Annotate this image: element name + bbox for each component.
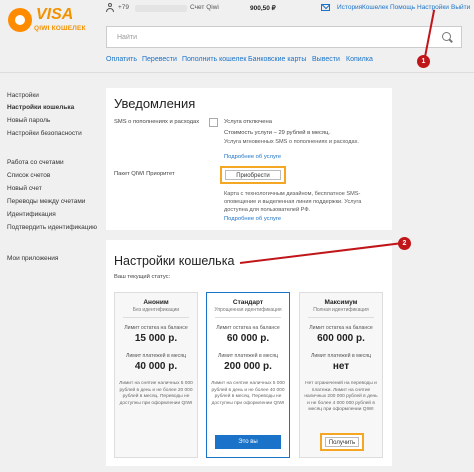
nav-history[interactable]: История bbox=[337, 4, 362, 11]
monthly-limit-label: Лимит платежей в месяц bbox=[217, 353, 279, 359]
qiwi-logo-icon bbox=[8, 8, 32, 32]
nav-logout[interactable]: Выйти bbox=[451, 4, 470, 11]
current-plan-button[interactable]: Это вы bbox=[215, 435, 281, 449]
search-icon[interactable] bbox=[442, 32, 451, 41]
balance-limit-label: Лимит остатка на балансе bbox=[309, 325, 373, 331]
wallet-settings-panel: Настройки кошелька Ваш текущий статус: А… bbox=[106, 240, 392, 466]
sms-label: SMS о пополнениях и расходах bbox=[114, 119, 200, 125]
header-divider bbox=[0, 72, 474, 73]
plan-note: Лимит на снятие наличных 5 000 рублей в … bbox=[211, 381, 285, 406]
get-maximum-button[interactable]: Получить bbox=[320, 433, 364, 451]
nav-pay[interactable]: Оплатить bbox=[106, 56, 137, 63]
plan-name: Аноним bbox=[143, 299, 169, 306]
plan-card-standard: Стандарт Упрощенная идентификация Лимит … bbox=[206, 292, 290, 458]
plan-name: Максимум bbox=[324, 299, 358, 306]
mail-icon[interactable] bbox=[321, 4, 330, 11]
logo-subtitle: QIWI КОШЕЛЕК bbox=[34, 25, 86, 32]
phone-number: +79 bbox=[118, 4, 130, 11]
plan-subtitle: Без идентификации bbox=[132, 307, 180, 313]
qiwi-logo[interactable]: VISA QIWI КОШЕЛЕК bbox=[6, 2, 96, 48]
plan-card-anonymous: Аноним Без идентификации Лимит остатка н… bbox=[114, 292, 198, 458]
balance-limit-value: 600 000 р. bbox=[317, 333, 365, 344]
account-name[interactable]: Счет Qiwi bbox=[190, 4, 219, 11]
sidebar-item-my-apps[interactable]: Мои приложения bbox=[7, 255, 58, 262]
callout-badge-2: 2 bbox=[398, 237, 411, 250]
sidebar-heading-settings[interactable]: Настройки bbox=[7, 92, 39, 99]
buy-priority-button[interactable]: Приобрести bbox=[220, 166, 286, 184]
search-box bbox=[106, 26, 462, 48]
nav-topup[interactable]: Пополнить кошелек bbox=[182, 56, 246, 63]
notifications-panel: Уведомления SMS о пополнениях и расходах… bbox=[106, 88, 392, 230]
plan-divider bbox=[308, 317, 374, 318]
priority-label: Пакет QIWI Приоритет bbox=[114, 171, 175, 177]
balance-limit-label: Лимит остатка на балансе bbox=[216, 325, 280, 331]
monthly-limit-label: Лимит платежей в месяц bbox=[125, 353, 187, 359]
plan-subtitle: Упрощенная идентификация bbox=[214, 307, 282, 313]
monthly-limit-label: Лимит платежей в месяц bbox=[310, 353, 372, 359]
nav-transfer[interactable]: Перевести bbox=[142, 56, 177, 63]
sidebar-heading-accounts[interactable]: Работа со счетами bbox=[7, 159, 64, 166]
current-status-label: Ваш текущий статус: bbox=[114, 274, 171, 280]
logo-brand: VISA bbox=[36, 6, 74, 23]
plan-divider bbox=[123, 317, 189, 318]
search-input[interactable] bbox=[107, 27, 427, 47]
qiwi-settings-page: VISA QIWI КОШЕЛЕК +79 Счет Qiwi 900,50 ₽… bbox=[0, 0, 474, 472]
nav-help[interactable]: Помощь bbox=[390, 4, 415, 11]
priority-description: Карта с технологичным дизайном, бесплатн… bbox=[224, 191, 362, 213]
sidebar-item-account-list[interactable]: Список счетов bbox=[7, 172, 50, 179]
phone-number-hidden bbox=[135, 5, 187, 12]
sidebar-item-wallet-settings[interactable]: Настройки кошелька bbox=[7, 104, 74, 111]
buy-priority-button-label: Приобрести bbox=[225, 170, 281, 180]
sidebar-item-confirm-id[interactable]: Подтвердить идентификацию bbox=[7, 224, 97, 231]
top-bar: +79 Счет Qiwi 900,50 ₽ История Кошелек П… bbox=[100, 0, 474, 20]
sidebar-item-transfers[interactable]: Переводы между счетами bbox=[7, 198, 85, 205]
nav-wallet[interactable]: Кошелек bbox=[362, 4, 388, 11]
balance[interactable]: 900,50 ₽ bbox=[250, 4, 276, 12]
sidebar-item-identification[interactable]: Идентификация bbox=[7, 211, 56, 218]
monthly-limit-value: 40 000 р. bbox=[134, 361, 178, 372]
balance-limit-label: Лимит остатка на балансе bbox=[124, 325, 188, 331]
plan-subtitle: Полная идентификация bbox=[313, 307, 369, 313]
priority-details-link[interactable]: Подробнее об услуге bbox=[224, 216, 281, 222]
sidebar-item-security[interactable]: Настройки безопасности bbox=[7, 130, 82, 137]
sms-cost: Стоимость услуги – 29 рублей в месяц. bbox=[224, 130, 331, 136]
sidebar-item-new-account[interactable]: Новый счет bbox=[7, 185, 42, 192]
sms-details-link[interactable]: Подробнее об услуге bbox=[224, 154, 281, 160]
sidebar-item-new-password[interactable]: Новый пароль bbox=[7, 117, 50, 124]
nav-bank-cards[interactable]: Банковские карты bbox=[248, 56, 306, 63]
monthly-limit-value: нет bbox=[332, 361, 350, 372]
callout-badge-1: 1 bbox=[417, 55, 430, 68]
balance-limit-value: 15 000 р. bbox=[134, 333, 178, 344]
nav-withdraw[interactable]: Вывести bbox=[312, 56, 340, 63]
sms-status: Услуга отключена bbox=[224, 119, 272, 125]
monthly-limit-value: 200 000 р. bbox=[224, 361, 272, 372]
plan-note: Нет ограничений на переводы и платежи. Л… bbox=[304, 381, 378, 412]
plan-divider bbox=[215, 317, 281, 318]
balance-limit-value: 60 000 р. bbox=[226, 333, 270, 344]
plan-note: Лимит на снятие наличных 5 000 рублей в … bbox=[119, 381, 193, 406]
plan-name: Стандарт bbox=[232, 299, 264, 306]
wallet-settings-title: Настройки кошелька bbox=[114, 254, 235, 268]
get-maximum-button-label: Получить bbox=[325, 437, 359, 447]
user-icon bbox=[106, 3, 114, 13]
sms-checkbox[interactable] bbox=[209, 118, 218, 127]
notifications-title: Уведомления bbox=[114, 96, 196, 111]
plan-card-maximum: Максимум Полная идентификация Лимит оста… bbox=[299, 292, 383, 458]
sms-note: Услуга мгновенных SMS о пополнениях и ра… bbox=[224, 139, 359, 145]
nav-piggybank[interactable]: Копилка bbox=[346, 56, 373, 63]
